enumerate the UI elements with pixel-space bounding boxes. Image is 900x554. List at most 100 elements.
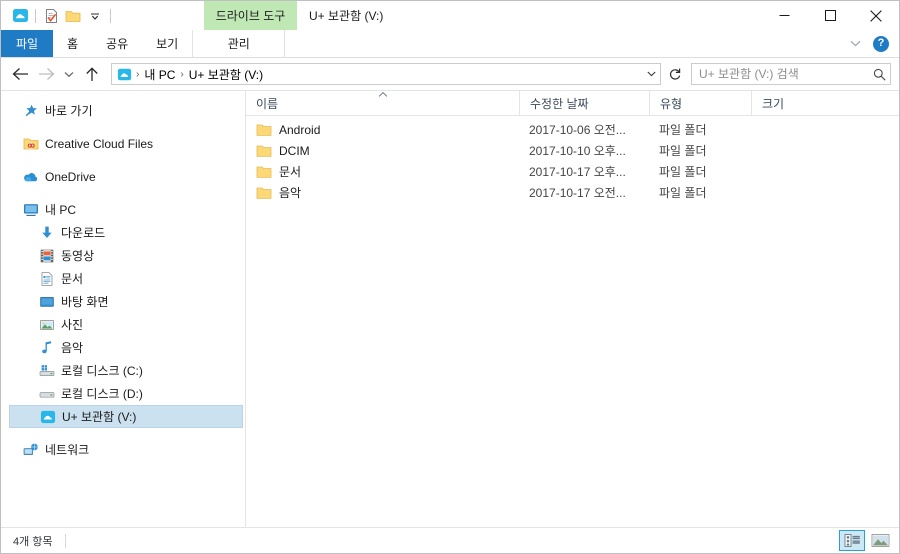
contextual-tab-header-drive-tools: 드라이브 도구 xyxy=(204,1,297,30)
recent-locations-chevron-icon[interactable] xyxy=(59,61,79,87)
sidebar-item-onedrive[interactable]: OneDrive xyxy=(9,165,243,188)
tab-manage[interactable]: 관리 xyxy=(192,30,286,57)
up-button[interactable] xyxy=(79,61,105,87)
details-view-button[interactable] xyxy=(839,530,865,551)
address-dropdown-icon[interactable] xyxy=(642,71,660,77)
cloud-drive-icon xyxy=(114,67,134,82)
nav-gap-2 xyxy=(1,155,245,165)
sidebar-item-uplus-drive-v[interactable]: U+ 보관함 (V:) xyxy=(9,405,243,428)
table-row[interactable]: DCIM 2017-10-10 오후... 파일 폴더 xyxy=(246,140,899,161)
drive-cloud-icon[interactable] xyxy=(9,5,31,27)
file-list: Android 2017-10-06 오전... 파일 폴더 DCIM 2017… xyxy=(246,116,899,527)
sidebar-item-pictures[interactable]: 사진 xyxy=(9,313,243,336)
content-pane: 이름 수정한 날짜 유형 크기 Android 2017-10-06 오전...… xyxy=(246,91,899,527)
column-header-size[interactable]: 크기 xyxy=(751,91,831,115)
sidebar-item-network[interactable]: 네트워크 xyxy=(9,438,243,461)
column-header-name[interactable]: 이름 xyxy=(246,91,519,115)
sidebar-item-label: Creative Cloud Files xyxy=(45,136,154,151)
sidebar-item-downloads[interactable]: 다운로드 xyxy=(9,221,243,244)
cloud-drive-icon xyxy=(40,409,56,425)
folder-icon xyxy=(256,143,272,159)
desktop-icon xyxy=(39,294,55,310)
customize-chevron-icon[interactable] xyxy=(84,5,106,27)
column-header-label: 이름 xyxy=(256,96,279,111)
sidebar-item-label: 다운로드 xyxy=(61,226,106,240)
file-name-cell[interactable]: 음악 xyxy=(246,184,519,201)
folder-icon xyxy=(256,185,272,201)
search-icon[interactable] xyxy=(873,68,886,81)
sidebar-item-label: 음악 xyxy=(61,341,84,355)
forward-button[interactable] xyxy=(33,61,59,87)
sidebar-item-this-pc[interactable]: 내 PC xyxy=(9,198,243,221)
sidebar-item-label: 동영상 xyxy=(61,249,95,263)
refresh-button[interactable] xyxy=(665,63,685,85)
address-bar[interactable]: › 내 PC › U+ 보관함 (V:) xyxy=(111,63,661,85)
close-button[interactable] xyxy=(853,1,899,30)
navigation-pane: 바로 가기 Creative Cloud Files OneDrive 내 PC… xyxy=(1,91,246,527)
sidebar-item-label: 바로 가기 xyxy=(45,104,93,118)
ribbon-right-controls: ? xyxy=(847,30,899,57)
documents-icon xyxy=(39,271,55,287)
back-button[interactable] xyxy=(7,61,33,87)
column-header-date-modified[interactable]: 수정한 날짜 xyxy=(519,91,649,115)
sidebar-item-quick-access[interactable]: 바로 가기 xyxy=(9,99,243,122)
maximize-button[interactable] xyxy=(807,1,853,30)
breadcrumb-separator-2[interactable]: › xyxy=(178,69,185,80)
ribbon-tab-strip: 파일 홈 공유 보기 관리 ? xyxy=(1,30,899,58)
minimize-button[interactable] xyxy=(761,1,807,30)
nav-gap-3 xyxy=(1,188,245,198)
tab-strip-spacer xyxy=(285,30,847,57)
table-row[interactable]: Android 2017-10-06 오전... 파일 폴더 xyxy=(246,119,899,140)
file-date-cell: 2017-10-10 오후... xyxy=(529,144,626,158)
search-box[interactable] xyxy=(691,63,891,85)
table-row[interactable]: 음악 2017-10-17 오전... 파일 폴더 xyxy=(246,182,899,203)
sidebar-item-local-disk-c[interactable]: 로컬 디스크 (C:) xyxy=(9,359,243,382)
nav-gap-4 xyxy=(1,428,245,438)
file-name-cell[interactable]: Android xyxy=(246,122,519,138)
status-separator xyxy=(64,533,66,548)
tab-file[interactable]: 파일 xyxy=(1,30,53,57)
large-icons-view-button[interactable] xyxy=(867,530,893,551)
sidebar-item-videos[interactable]: 동영상 xyxy=(9,244,243,267)
star-pin-icon xyxy=(23,103,39,119)
sort-ascending-icon xyxy=(378,92,387,97)
properties-icon[interactable] xyxy=(40,5,62,27)
sidebar-item-label: 바탕 화면 xyxy=(61,295,109,309)
search-input[interactable] xyxy=(699,67,873,81)
column-header-type[interactable]: 유형 xyxy=(649,91,751,115)
explorer-body: 바로 가기 Creative Cloud Files OneDrive 내 PC… xyxy=(1,90,899,527)
sidebar-item-desktop[interactable]: 바탕 화면 xyxy=(9,290,243,313)
sidebar-item-label: 내 PC xyxy=(45,203,77,217)
sidebar-item-label: U+ 보관함 (V:) xyxy=(62,410,137,424)
file-name-label: Android xyxy=(279,122,321,137)
chevron-down-icon[interactable] xyxy=(847,36,863,52)
file-name-label: 음악 xyxy=(279,186,302,200)
sidebar-item-music[interactable]: 음악 xyxy=(9,336,243,359)
sidebar-item-local-disk-d[interactable]: 로컬 디스크 (D:) xyxy=(9,382,243,405)
file-type-cell: 파일 폴더 xyxy=(659,165,707,179)
breadcrumb-separator-1[interactable]: › xyxy=(134,69,141,80)
tab-home[interactable]: 홈 xyxy=(53,30,92,57)
folder-icon xyxy=(256,164,272,180)
breadcrumb-this-pc[interactable]: 내 PC xyxy=(141,66,178,83)
file-date-cell: 2017-10-06 오전... xyxy=(529,123,626,137)
tab-view[interactable]: 보기 xyxy=(142,30,192,57)
sidebar-item-creative-cloud-files[interactable]: Creative Cloud Files xyxy=(9,132,243,155)
tab-share[interactable]: 공유 xyxy=(92,30,142,57)
sidebar-item-documents[interactable]: 문서 xyxy=(9,267,243,290)
window-title: U+ 보관함 (V:) xyxy=(309,9,384,23)
new-folder-icon[interactable] xyxy=(62,5,84,27)
table-row[interactable]: 문서 2017-10-17 오후... 파일 폴더 xyxy=(246,161,899,182)
sidebar-item-label: 문서 xyxy=(61,272,84,286)
onedrive-cloud-icon xyxy=(23,169,39,185)
help-icon[interactable]: ? xyxy=(873,35,889,52)
breadcrumb-current-drive[interactable]: U+ 보관함 (V:) xyxy=(186,66,266,83)
quick-access-toolbar xyxy=(1,1,115,30)
explorer-window: 드라이브 도구 U+ 보관함 (V:) 파일 홈 공유 보기 관리 ? › 내 … xyxy=(0,0,900,554)
file-name-cell[interactable]: DCIM xyxy=(246,143,519,159)
this-pc-icon xyxy=(23,202,39,218)
system-drive-icon xyxy=(39,363,55,379)
file-name-label: DCIM xyxy=(279,143,310,158)
file-name-cell[interactable]: 문서 xyxy=(246,163,519,180)
folder-icon xyxy=(256,122,272,138)
